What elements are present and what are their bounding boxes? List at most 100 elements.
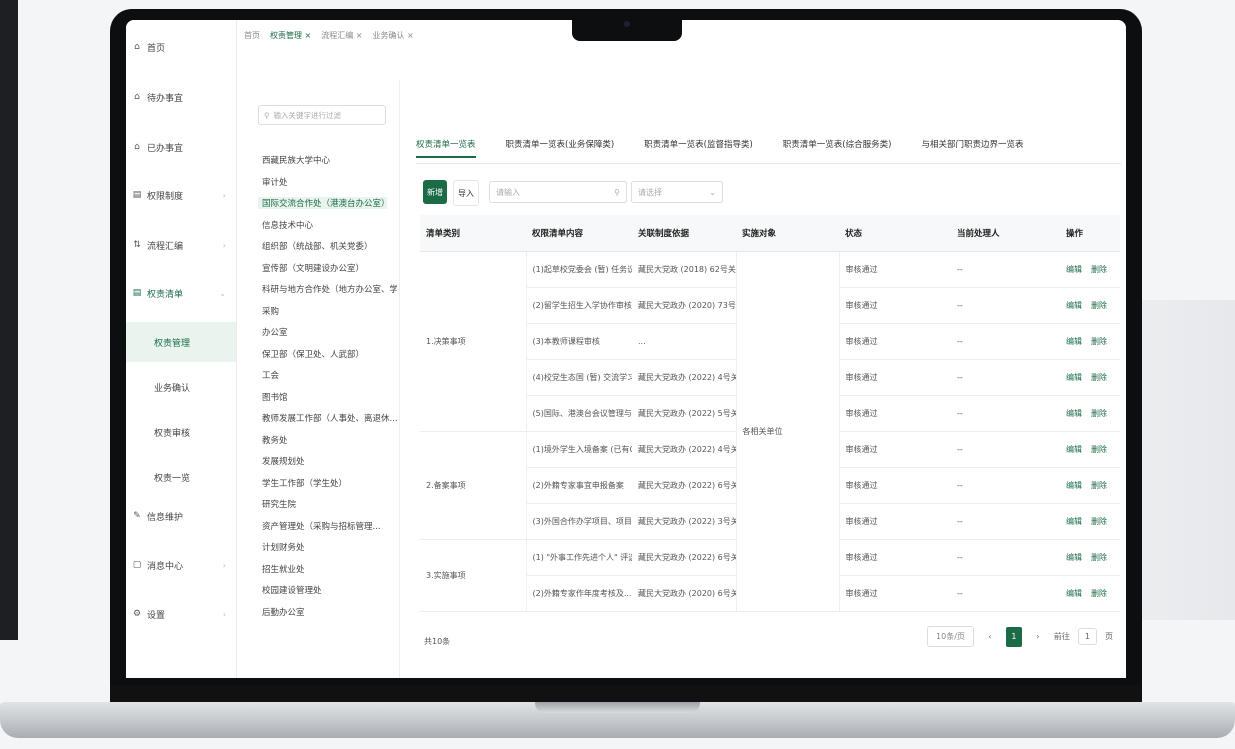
sidebar-item-messages[interactable]: ▢ 消息中心 › [132, 556, 230, 574]
cell-handler: -- [951, 251, 1060, 288]
flow-icon: ⇅ [133, 240, 141, 250]
sidebar-subitem-review[interactable]: 权责审核 [126, 412, 236, 452]
tree-search-input[interactable]: ⚲ 输入关键字进行过滤 [258, 105, 386, 125]
delete-link[interactable]: 删除 [1091, 409, 1107, 418]
edit-link[interactable]: 编辑 [1066, 409, 1082, 418]
goto-page-input[interactable]: 1 [1077, 628, 1097, 645]
tab-divider [416, 163, 1121, 164]
camera-icon [624, 21, 630, 27]
cell-content: (1) "外事工作先进个人" 评选 [526, 539, 632, 576]
delete-link[interactable]: 删除 [1091, 265, 1107, 274]
tree-node[interactable]: 发展规划处 [262, 455, 397, 467]
sidebar-item-home[interactable]: ⌂ 首页 [132, 38, 230, 56]
tab-duty-service[interactable]: 职责清单一览表(综合服务类) [783, 138, 892, 158]
tree-node[interactable]: 研究生院 [262, 498, 397, 510]
sidebar-subitem-overview[interactable]: 权责一览 [126, 457, 236, 497]
delete-link[interactable]: 删除 [1091, 301, 1107, 310]
prev-page-button[interactable]: ‹ [982, 627, 998, 647]
status-select[interactable]: 请选择 ⌄ [631, 181, 723, 203]
cell-basis: 藏民大党政办 (2020) 73号关... [632, 287, 736, 324]
tab-boundary[interactable]: 与相关部门职责边界一览表 [921, 138, 1023, 158]
tab-rights-list[interactable]: 权责清单一览表 [416, 138, 476, 158]
tree-node[interactable]: 审计处 [262, 176, 397, 188]
cell-content: (4)校党生态国 (暂) 交流学习... [526, 359, 632, 396]
tree-node[interactable]: 校园建设管理处 [262, 584, 397, 596]
tree-node[interactable]: 信息技术中心 [262, 219, 397, 231]
chevron-right-icon: › [222, 609, 226, 619]
tree-node[interactable]: 采购 [262, 305, 397, 317]
next-page-button[interactable]: › [1030, 627, 1046, 647]
delete-link[interactable]: 删除 [1091, 373, 1107, 382]
cell-category: 2.备案事项 [420, 431, 527, 540]
delete-link[interactable]: 删除 [1091, 589, 1107, 598]
col-status: 状态 [839, 215, 951, 252]
tree-node[interactable]: 宣传部（文明建设办公室） [262, 262, 397, 274]
cell-actions: 编辑 删除 [1060, 539, 1120, 576]
tree-node[interactable]: 图书馆 [262, 391, 397, 403]
tree-node[interactable]: 办公室 [262, 326, 397, 338]
sidebar-item-maintain[interactable]: ✎ 信息维护 [132, 507, 230, 525]
edit-link[interactable]: 编辑 [1066, 337, 1082, 346]
delete-link[interactable]: 删除 [1091, 337, 1107, 346]
tree-node[interactable]: 计划财务处 [262, 541, 397, 553]
table-header-row: 清单类别 权限清单内容 关联制度依据 实施对象 状态 当前处理人 操作 [420, 215, 1120, 252]
tree-node[interactable]: 科研与地方合作处（地方办公室、学... [262, 283, 397, 295]
page-number[interactable]: 1 [1005, 626, 1022, 647]
search-input[interactable]: 请输入 ⚲ [489, 181, 627, 203]
sidebar-item-todo[interactable]: ⌂ 待办事宜 [132, 88, 230, 106]
edit-link[interactable]: 编辑 [1066, 373, 1082, 382]
edit-link[interactable]: 编辑 [1066, 517, 1082, 526]
tree-node[interactable]: 后勤办公室 [262, 606, 397, 618]
sidebar-item-rights[interactable]: ▤ 权责清单 ⌄ [132, 284, 230, 302]
chevron-right-icon: › [222, 560, 226, 570]
tab-confirm[interactable]: 业务确认 × [373, 30, 414, 41]
gear-icon: ⚙ [132, 609, 142, 619]
tree-node[interactable]: 工会 [262, 369, 397, 381]
delete-link[interactable]: 删除 [1091, 481, 1107, 490]
add-button[interactable]: 新增 [423, 180, 447, 204]
edit-link[interactable]: 编辑 [1066, 553, 1082, 562]
delete-link[interactable]: 删除 [1091, 517, 1107, 526]
tab-duty-support[interactable]: 职责清单一览表(业务保障类) [506, 138, 615, 158]
tree-node[interactable]: 招生就业处 [262, 563, 397, 575]
edit-link[interactable]: 编辑 [1066, 301, 1082, 310]
cell-handler: -- [951, 467, 1060, 504]
cell-status: 审核通过 [839, 323, 951, 360]
tab-flow[interactable]: 流程汇编 × [321, 30, 362, 41]
chevron-right-icon: › [222, 240, 226, 250]
app-sidebar: ⌂ 首页 ⌂ 待办事宜 ⌂ 已办事宜 ▤ 权限制度 › ⇅ 流程汇编 › ▤ 权责清单 ⌄ 权责管… [126, 20, 237, 678]
org-tree: ⚲ 输入关键字进行过滤 西藏民族大学中心 审计处国际交流合作处（港澳台办公室） 信息技… [244, 80, 400, 678]
tree-node[interactable]: 组织部（统战部、机关党委） [262, 240, 397, 252]
sidebar-item-settings[interactable]: ⚙ 设置 › [132, 605, 230, 623]
tree-node[interactable]: 教务处 [262, 434, 397, 446]
cell-handler: -- [951, 431, 1060, 468]
cell-content: (2)外籍专家作年度考核及... [526, 575, 632, 612]
tree-node[interactable]: 国际交流合作处（港澳台办公室） [258, 197, 387, 209]
cell-handler: -- [951, 323, 1060, 360]
home-icon: ⌂ [134, 42, 140, 52]
delete-link[interactable]: 删除 [1091, 445, 1107, 454]
tab-duty-supervise[interactable]: 职责清单一览表(监督指导类) [644, 138, 753, 158]
edit-link[interactable]: 编辑 [1066, 265, 1082, 274]
edit-link[interactable]: 编辑 [1066, 589, 1082, 598]
sidebar-subitem-confirm[interactable]: 业务确认 [126, 367, 236, 407]
tree-node[interactable]: 保卫部（保卫处、人武部） [262, 348, 397, 360]
cell-status: 审核通过 [839, 287, 951, 324]
edit-link[interactable]: 编辑 [1066, 445, 1082, 454]
tree-node[interactable]: 西藏民族大学中心 [262, 154, 397, 166]
tree-node[interactable]: 学生工作部（学生处） [262, 477, 397, 489]
tree-node[interactable]: 教师发展工作部（人事处、离退休... [262, 412, 397, 424]
sidebar-item-flow[interactable]: ⇅ 流程汇编 › [132, 236, 230, 254]
edit-link[interactable]: 编辑 [1066, 481, 1082, 490]
tab-home[interactable]: 首页 [244, 30, 260, 41]
cell-status: 审核通过 [839, 467, 951, 504]
sidebar-item-done[interactable]: ⌂ 已办事宜 [132, 138, 230, 156]
page-size-select[interactable]: 10条/页 [927, 626, 974, 647]
delete-link[interactable]: 删除 [1091, 553, 1107, 562]
sidebar-item-system[interactable]: ▤ 权限制度 › [132, 186, 230, 204]
sidebar-subitem-manage[interactable]: 权责管理 [126, 322, 236, 362]
tree-node[interactable]: 资产管理处（采购与招标管理... [262, 520, 397, 532]
cell-status: 审核通过 [839, 431, 951, 468]
import-button[interactable]: 导入 [453, 180, 479, 206]
tab-rights-manage[interactable]: 权责管理 × [270, 30, 311, 41]
